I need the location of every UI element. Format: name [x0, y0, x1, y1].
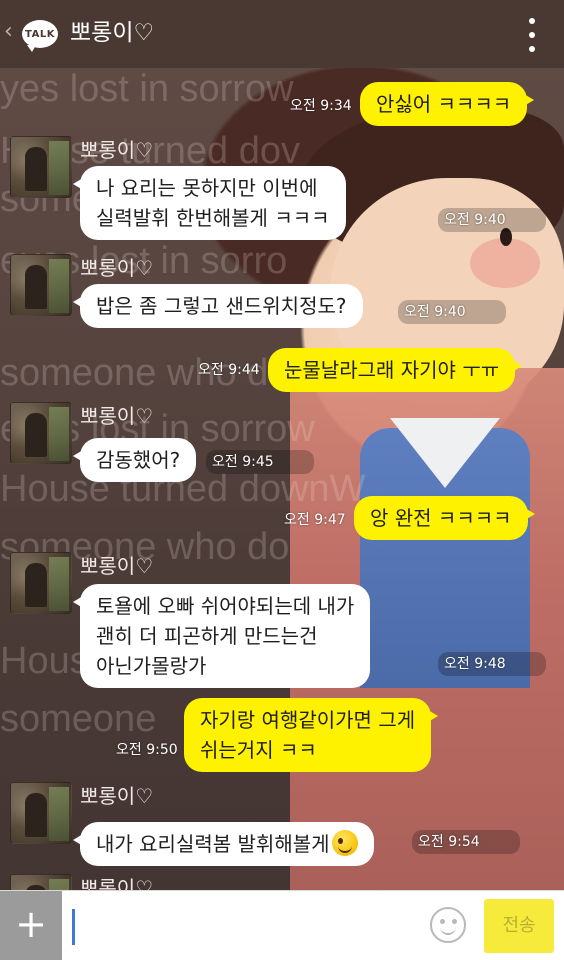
send-button[interactable]: 전송 [484, 899, 554, 953]
sender-name: 뽀롱이♡ [80, 784, 154, 808]
avatar[interactable] [10, 402, 72, 464]
chat-message-list[interactable]: yes lost in sorrow House turned dov some… [0, 68, 564, 890]
text-cursor [72, 909, 75, 945]
incoming-message[interactable]: 내가 요리실력봄 발휘해볼게 [73, 822, 374, 866]
message-time: 오전 9:48 [438, 652, 546, 676]
incoming-message[interactable]: 나 요리는 못하지만 이번에 실력발휘 한번해볼게 ㅋㅋㅋ [73, 166, 346, 240]
incoming-message[interactable]: 밥은 좀 그렇고 샌드위치정도? [73, 284, 363, 328]
message-input-bar: + 전송 [0, 890, 564, 960]
kakaotalk-logo: TALK [22, 20, 58, 52]
outgoing-message[interactable]: 눈물날라그래 자기야 ㅜㅠ [268, 348, 523, 392]
outgoing-message[interactable]: 자기랑 여행같이가면 그게 쉬는거지 ㅋㅋ [184, 698, 439, 772]
outgoing-message[interactable]: 앙 완전 ㅋㅋㅋㅋ [354, 496, 535, 540]
attach-plus-button[interactable]: + [0, 891, 62, 960]
chat-title: 뽀롱이♡ [70, 20, 155, 46]
sender-name: 뽀롱이♡ [80, 138, 154, 162]
avatar[interactable] [10, 874, 72, 890]
sender-name: 뽀롱이♡ [80, 876, 154, 890]
smiley-icon[interactable] [430, 907, 466, 943]
message-time: 오전 9:45 [206, 450, 314, 474]
message-time: 오전 9:54 [412, 830, 520, 854]
chevron-left-icon[interactable]: ‹ [4, 20, 13, 44]
message-input[interactable] [62, 891, 422, 960]
message-time: 오전 9:40 [398, 300, 506, 324]
message-time: 오전 9:47 [284, 512, 346, 528]
incoming-message[interactable]: 토욜에 오빠 쉬어야되는데 내가 괜히 더 피곤하게 만드는건 아닌가몰랑가 [72, 584, 371, 688]
avatar[interactable] [10, 254, 72, 316]
avatar[interactable] [10, 136, 72, 198]
more-vertical-icon[interactable] [528, 18, 536, 52]
message-time: 오전 9:50 [116, 742, 178, 758]
message-time: 오전 9:40 [438, 208, 546, 232]
wink-emoji-icon [331, 830, 358, 856]
message-time: 오전 9:34 [290, 98, 352, 114]
wallpaper-text: yes lost in sorrow [0, 68, 294, 110]
avatar[interactable] [10, 552, 72, 614]
chat-header: ‹ TALK 뽀롱이♡ [0, 0, 564, 68]
sender-name: 뽀롱이♡ [80, 554, 154, 578]
message-time: 오전 9:44 [198, 362, 260, 378]
wallpaper-text: someone [0, 698, 157, 740]
incoming-message[interactable]: 감동했어? [72, 438, 197, 482]
sender-name: 뽀롱이♡ [80, 404, 154, 428]
sender-name: 뽀롱이♡ [80, 256, 154, 280]
avatar[interactable] [10, 782, 72, 844]
outgoing-message[interactable]: 안싫어 ㅋㅋㅋㅋ [360, 82, 535, 126]
